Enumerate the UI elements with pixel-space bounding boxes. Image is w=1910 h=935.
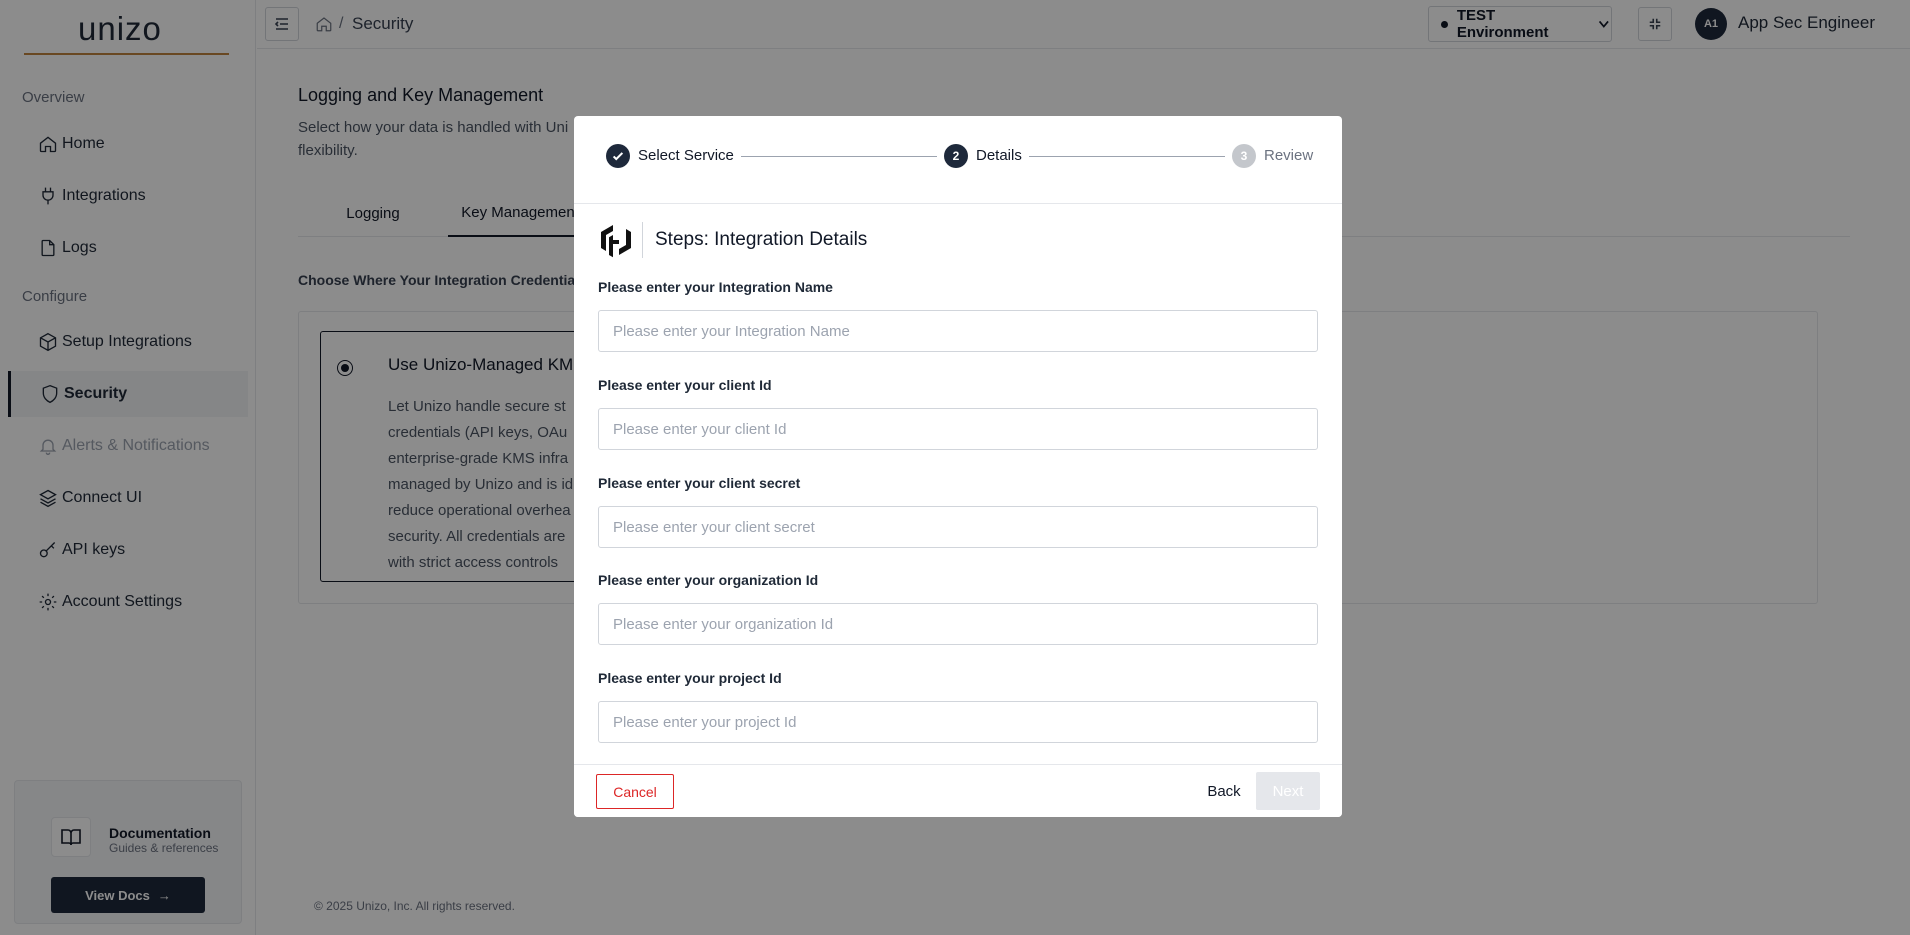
modal-heading: Steps: Integration Details <box>655 229 868 250</box>
field-label: Please enter your project Id <box>598 670 782 686</box>
cancel-button[interactable]: Cancel <box>596 774 674 809</box>
back-button[interactable]: Back <box>1196 774 1252 809</box>
step-connector <box>1029 156 1225 157</box>
field-label: Please enter your client secret <box>598 475 801 491</box>
hashicorp-logo-icon <box>601 225 631 258</box>
step-2-number: 2 <box>944 144 968 168</box>
step-connector <box>741 156 937 157</box>
modal-footer: Cancel Back Next <box>574 764 1342 817</box>
field-label: Please enter your Integration Name <box>598 279 833 295</box>
organization-id-input[interactable] <box>598 603 1318 645</box>
field-project-id: Please enter your project Id <box>598 670 1318 743</box>
field-label: Please enter your organization Id <box>598 572 819 588</box>
step-2-label: Details <box>976 147 1022 164</box>
heading-divider <box>642 222 643 258</box>
client-secret-input[interactable] <box>598 506 1318 548</box>
client-id-input[interactable] <box>598 408 1318 450</box>
step-3-number: 3 <box>1232 144 1256 168</box>
step-3-label: Review <box>1264 147 1314 164</box>
step-1-label: Select Service <box>638 147 734 164</box>
field-organization-id: Please enter your organization Id <box>598 572 1318 645</box>
field-integration-name: Please enter your Integration Name <box>598 279 1318 352</box>
integration-name-input[interactable] <box>598 310 1318 352</box>
field-client-secret: Please enter your client secret <box>598 475 1318 548</box>
integration-modal: Select Service 2 Details 3 Review Steps:… <box>574 116 1342 817</box>
field-label: Please enter your client Id <box>598 377 772 393</box>
project-id-input[interactable] <box>598 701 1318 743</box>
step-1-check-icon <box>606 144 630 168</box>
next-button[interactable]: Next <box>1256 772 1320 810</box>
stepper: Select Service 2 Details 3 Review <box>574 116 1342 204</box>
modal-heading-row: Steps: Integration Details <box>598 220 867 260</box>
field-client-id: Please enter your client Id <box>598 377 1318 450</box>
